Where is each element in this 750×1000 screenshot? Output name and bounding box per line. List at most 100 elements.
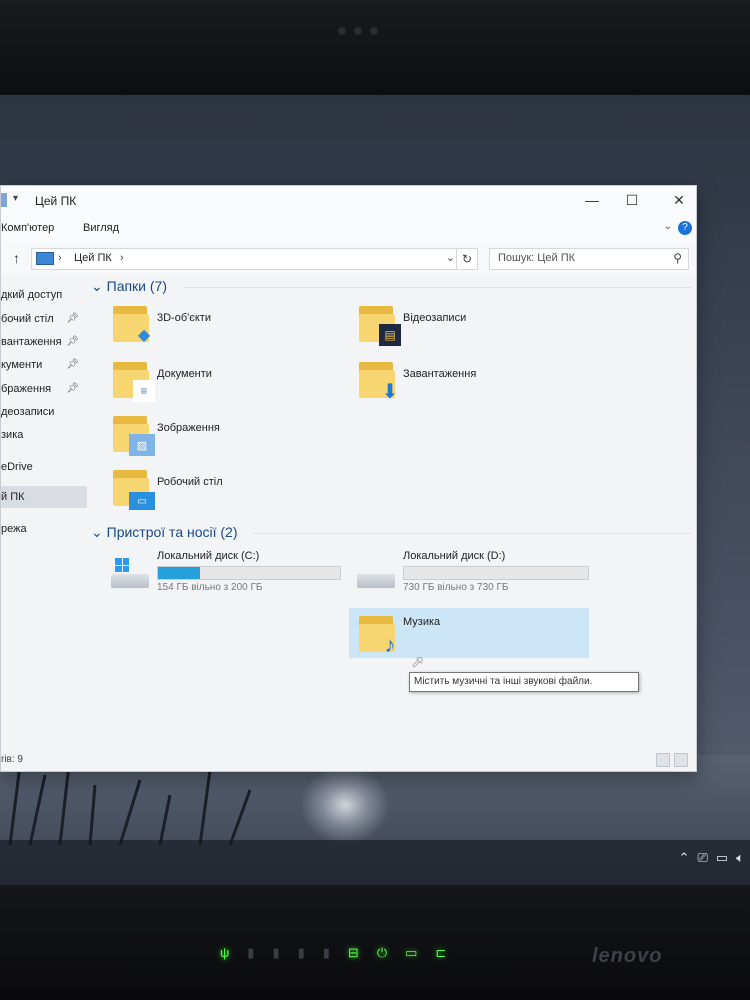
wifi-led-icon: ψ xyxy=(220,945,230,960)
expand-ribbon-icon[interactable]: ⌄ xyxy=(664,221,672,232)
sidebar-item-documents[interactable]: кументи 📌︎ xyxy=(1,354,87,376)
breadcrumb-chevron-icon[interactable]: › xyxy=(120,252,124,264)
drive-free-space: 154 ГБ вільно з 200 ГБ xyxy=(157,582,263,593)
this-pc-icon xyxy=(36,252,54,265)
status-bar: rів: 9 xyxy=(1,749,696,771)
item-count: rів: 9 xyxy=(1,754,23,765)
folder-label: 3D-об'єкти xyxy=(157,312,211,324)
folder-videos[interactable]: ▤ Відеозаписи xyxy=(357,304,597,354)
taskbar: ⌃ ⎚ ▭ 🔈︎ xyxy=(0,840,750,885)
drive-activity-led-icon: ⊟ xyxy=(347,945,359,960)
power-led-icon: ⏻ xyxy=(376,945,388,960)
sidebar-item-this-pc[interactable]: й ПК xyxy=(1,486,87,508)
pin-icon: 📌︎ xyxy=(66,313,79,324)
desktop-icon: ▭ xyxy=(111,468,155,510)
video-icon: ▤ xyxy=(357,304,401,346)
sidebar-item-network[interactable]: режа xyxy=(1,518,87,540)
group-divider xyxy=(253,533,691,534)
tab-computer[interactable]: Комп'ютер xyxy=(1,222,54,234)
folder-label: Музика xyxy=(403,616,441,628)
folder-tooltip: Містить музичні та інші звукові файли. xyxy=(409,672,639,692)
sidebar-item-label: браження xyxy=(1,383,52,395)
drive-c[interactable]: Локальний диск (C:) 154 ГБ вільно з 200 … xyxy=(111,550,351,596)
address-bar[interactable]: › Цей ПК › ⌄ ↻ xyxy=(31,248,478,270)
sidebar-item-label: зика xyxy=(1,429,24,441)
address-dropdown-icon[interactable]: ⌄ xyxy=(446,251,455,264)
sidebar-item-label: деозаписи xyxy=(1,406,55,418)
drive-free-space: 730 ГБ вільно з 730 ГБ xyxy=(403,582,509,593)
sidebar-item-label: кументи xyxy=(1,359,43,371)
folder-desktop[interactable]: ▭ Робочий стіл xyxy=(111,468,351,518)
download-icon: ⬇ xyxy=(357,360,398,403)
pin-icon: 📌︎ xyxy=(66,359,79,370)
drive-label: Локальний диск (D:) xyxy=(403,550,506,562)
drive-usage-fill xyxy=(158,567,200,579)
folders-group-header[interactable]: ⌄ Папки (7) xyxy=(91,278,167,295)
sidebar-item-pictures[interactable]: браження 📌︎ xyxy=(1,378,87,400)
led-icon: ▮ xyxy=(247,945,255,960)
window-title: Цей ПК xyxy=(35,194,77,208)
network-icon[interactable]: ⎚ xyxy=(697,850,707,866)
refresh-icon[interactable]: ↻ xyxy=(456,249,477,269)
minimize-button[interactable]: — xyxy=(579,190,605,210)
sidebar-item-label: й ПК xyxy=(1,491,25,503)
sidebar-item-quick-access[interactable]: дкий доступ xyxy=(1,284,87,306)
search-input[interactable]: Пошук: Цей ПК ⚲ xyxy=(489,248,689,270)
sidebar-item-label: режа xyxy=(1,523,27,535)
group-divider xyxy=(183,287,691,288)
breadcrumb[interactable]: Цей ПК xyxy=(74,252,112,264)
sidebar-item-music[interactable]: зика xyxy=(1,424,87,446)
folder-music[interactable]: ♪ Музика xyxy=(349,608,589,658)
led-icon: ▮ xyxy=(297,945,305,960)
folder-pictures[interactable]: ▨ Зображення xyxy=(111,414,351,464)
address-row: ↑ › Цей ПК › ⌄ ↻ Пошук: Цей ПК ⚲ xyxy=(1,242,696,274)
sidebar-item-label: бочий стіл xyxy=(1,313,54,325)
group-title: Пристрої та носії (2) xyxy=(106,524,238,540)
volume-icon[interactable]: 🔈︎ xyxy=(736,850,744,866)
battery-led-icon: ▭ xyxy=(405,945,418,960)
folder-label: Відеозаписи xyxy=(403,312,467,324)
sidebar-item-videos[interactable]: деозаписи xyxy=(1,401,87,423)
folder-label: Завантаження xyxy=(403,368,477,380)
chevron-down-icon: ⌄ xyxy=(91,524,107,540)
folder-downloads[interactable]: ⬇ Завантаження xyxy=(357,360,597,410)
desktop-screen: ⌃ ⎚ ▭ 🔈︎ ▾ Цей ПК — ☐ ✕ Комп'ютер Вигляд… xyxy=(0,95,750,885)
breadcrumb-chevron-icon[interactable]: › xyxy=(58,252,62,264)
maximize-button[interactable]: ☐ xyxy=(619,190,645,210)
chevron-down-icon[interactable]: ▾ xyxy=(13,193,18,204)
battery-icon[interactable]: ▭ xyxy=(716,850,728,866)
sidebar-item-downloads[interactable]: вантаження 📌︎ xyxy=(1,331,87,353)
folder-documents[interactable]: ≡ Документи xyxy=(111,360,351,410)
system-tray: ⌃ ⎚ ▭ 🔈︎ xyxy=(679,850,744,866)
help-button[interactable]: ? xyxy=(678,221,692,235)
ribbon-tabs: Комп'ютер Вигляд ⌄ ? xyxy=(1,216,696,243)
view-toggle xyxy=(656,753,688,767)
laptop-logo: lenovo xyxy=(592,945,663,967)
drive-d[interactable]: Локальний диск (D:) 730 ГБ вільно з 730 … xyxy=(357,550,597,596)
music-icon: ♪ xyxy=(357,614,397,657)
large-icons-view-icon[interactable] xyxy=(674,753,688,767)
sidebar-item-label: eDrive xyxy=(1,461,33,473)
sidebar-item-desktop[interactable]: бочий стіл 📌︎ xyxy=(1,308,87,330)
3d-objects-icon: ◆ xyxy=(111,304,151,344)
chevron-up-icon[interactable]: ⌃ xyxy=(679,850,690,866)
sidebar-item-onedrive[interactable]: eDrive xyxy=(1,456,87,478)
title-bar: ▾ Цей ПК — ☐ ✕ xyxy=(1,186,696,216)
windows-logo-icon xyxy=(115,558,129,572)
hard-drive-icon xyxy=(111,558,151,592)
navigation-pane: дкий доступ бочий стіл 📌︎ вантаження 📌︎ ку… xyxy=(1,274,87,749)
tab-view[interactable]: Вигляд xyxy=(83,222,119,234)
devices-group-header[interactable]: ⌄ Пристрої та носії (2) xyxy=(91,524,238,541)
laptop-top-bezel xyxy=(0,0,750,95)
quick-access-toolbar-icon[interactable] xyxy=(1,193,7,207)
close-button[interactable]: ✕ xyxy=(666,190,692,210)
file-explorer-window: ▾ Цей ПК — ☐ ✕ Комп'ютер Вигляд ⌄ ? ↑ › … xyxy=(0,185,697,772)
webcam xyxy=(338,22,408,36)
folder-label: Робочий стіл xyxy=(157,476,223,488)
wallpaper-moon-reflection xyxy=(300,765,390,845)
up-arrow-icon[interactable]: ↑ xyxy=(13,250,20,266)
pin-icon: 📌︎ xyxy=(66,336,79,347)
folder-3d-objects[interactable]: ◆ 3D-об'єкти xyxy=(111,304,351,354)
search-placeholder: Пошук: Цей ПК xyxy=(498,252,576,264)
details-view-icon[interactable] xyxy=(656,753,670,767)
